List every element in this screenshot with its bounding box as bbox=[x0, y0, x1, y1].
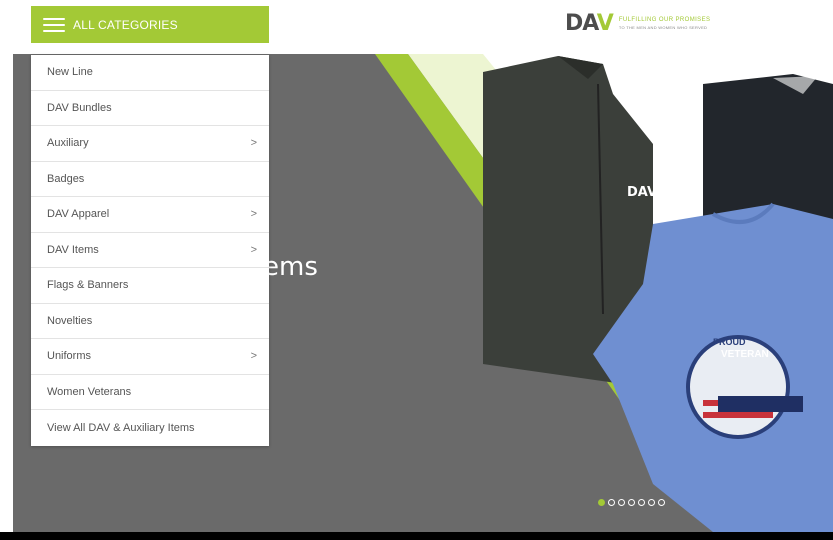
dav-logo[interactable]: DAV FULFILLING OUR PROMISES TO THE MEN A… bbox=[565, 10, 710, 36]
chevron-right-icon: > bbox=[250, 208, 257, 221]
menu-item-novelties[interactable]: Novelties bbox=[31, 304, 269, 339]
carousel-dots bbox=[598, 499, 665, 506]
menu-item-label: Auxiliary bbox=[47, 137, 89, 150]
carousel-dot[interactable] bbox=[658, 499, 665, 506]
menu-item-label: Flags & Banners bbox=[47, 279, 129, 292]
carousel-dot[interactable] bbox=[608, 499, 615, 506]
menu-item-dav-items[interactable]: DAV Items > bbox=[31, 233, 269, 268]
menu-item-label: Badges bbox=[47, 172, 85, 185]
hamburger-icon bbox=[43, 17, 65, 32]
menu-item-view-all[interactable]: View All DAV & Auxiliary Items bbox=[31, 410, 269, 446]
menu-item-label: New Line bbox=[47, 66, 93, 79]
footer-bar bbox=[0, 532, 833, 540]
categories-menu: New Line DAV Bundles Auxiliary > Badges … bbox=[31, 55, 269, 446]
menu-item-label: DAV Apparel bbox=[47, 208, 110, 221]
chevron-right-icon: > bbox=[250, 137, 257, 150]
menu-item-women-veterans[interactable]: Women Veterans bbox=[31, 375, 269, 410]
patch-text-proud: PROUD bbox=[713, 337, 746, 347]
carousel-dot[interactable] bbox=[618, 499, 625, 506]
all-categories-button[interactable]: ALL CATEGORIES bbox=[31, 6, 269, 43]
menu-item-uniforms[interactable]: Uniforms > bbox=[31, 339, 269, 375]
menu-item-flags-banners[interactable]: Flags & Banners bbox=[31, 268, 269, 304]
menu-item-label: Women Veterans bbox=[47, 385, 132, 398]
carousel-dot[interactable] bbox=[598, 499, 605, 506]
carousel-dot[interactable] bbox=[648, 499, 655, 506]
hero-title: ems bbox=[263, 252, 318, 282]
menu-item-badges[interactable]: Badges bbox=[31, 162, 269, 197]
site-header: ALL CATEGORIES DAV FULFILLING OUR PROMIS… bbox=[0, 0, 833, 44]
menu-item-auxiliary[interactable]: Auxiliary > bbox=[31, 126, 269, 162]
menu-item-label: View All DAV & Auxiliary Items bbox=[47, 421, 195, 434]
logo-tagline: FULFILLING OUR PROMISES TO THE MEN AND W… bbox=[618, 16, 711, 30]
carousel-dot[interactable] bbox=[628, 499, 635, 506]
all-categories-label: ALL CATEGORIES bbox=[73, 17, 178, 32]
menu-item-dav-apparel[interactable]: DAV Apparel > bbox=[31, 197, 269, 233]
jacket-logo-text: DAV bbox=[627, 185, 658, 200]
menu-item-label: Novelties bbox=[47, 314, 93, 327]
menu-item-new-line[interactable]: New Line bbox=[31, 55, 269, 91]
menu-item-label: DAV Items bbox=[47, 243, 99, 256]
menu-item-dav-bundles[interactable]: DAV Bundles bbox=[31, 91, 269, 126]
patch-text-veteran: VETERAN bbox=[721, 349, 769, 360]
menu-item-label: Uniforms bbox=[47, 350, 92, 363]
chevron-right-icon: > bbox=[250, 243, 257, 256]
logo-mark: DAV bbox=[565, 10, 614, 36]
chevron-right-icon: > bbox=[250, 350, 257, 363]
carousel-dot[interactable] bbox=[638, 499, 645, 506]
menu-item-label: DAV Bundles bbox=[47, 101, 112, 114]
